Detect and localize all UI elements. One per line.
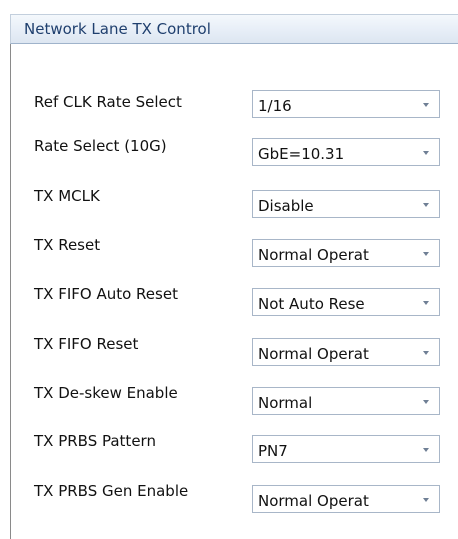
dropdown-arrow-icon (423, 351, 429, 355)
dropdown-arrow-icon (423, 252, 429, 256)
rate-select-10g-label: Rate Select (10G) (34, 137, 167, 155)
tx-reset-dropdown[interactable]: Normal Operat (252, 239, 440, 267)
tx-reset-label: TX Reset (34, 236, 101, 254)
rate-select-10g-dropdown[interactable]: GbE=10.31 (252, 138, 440, 166)
tx-prbs-gen-enable-label: TX PRBS Gen Enable (34, 482, 189, 500)
tx-prbs-gen-enable-value: Normal Operat (258, 492, 369, 510)
panel-left-border (10, 44, 11, 539)
tx-fifo-auto-reset-dropdown[interactable]: Not Auto Rese (252, 288, 440, 316)
network-lane-tx-control-panel: Network Lane TX Control Ref CLK Rate Sel… (0, 0, 458, 539)
tx-fifo-reset-value: Normal Operat (258, 345, 369, 363)
tx-fifo-auto-reset-label: TX FIFO Auto Reset (34, 285, 178, 303)
ref-clk-rate-select-dropdown[interactable]: 1/16 (252, 90, 440, 118)
tx-fifo-reset-label: TX FIFO Reset (34, 335, 139, 353)
tx-de-skew-enable-value: Normal (258, 394, 313, 412)
tx-prbs-pattern-dropdown[interactable]: PN7 (252, 435, 440, 463)
ref-clk-rate-select-label: Ref CLK Rate Select (34, 93, 182, 111)
tx-mclk-dropdown[interactable]: Disable (252, 190, 440, 218)
tx-fifo-auto-reset-value: Not Auto Rese (258, 295, 365, 313)
dropdown-arrow-icon (423, 103, 429, 107)
tx-prbs-pattern-label: TX PRBS Pattern (34, 432, 156, 450)
tx-de-skew-enable-dropdown[interactable]: Normal (252, 387, 440, 415)
dropdown-arrow-icon (423, 203, 429, 207)
dropdown-arrow-icon (423, 448, 429, 452)
dropdown-arrow-icon (423, 151, 429, 155)
tx-de-skew-enable-label: TX De-skew Enable (34, 384, 178, 402)
group-title: Network Lane TX Control (24, 20, 211, 38)
dropdown-arrow-icon (423, 301, 429, 305)
tx-prbs-gen-enable-dropdown[interactable]: Normal Operat (252, 485, 440, 513)
tx-fifo-reset-dropdown[interactable]: Normal Operat (252, 338, 440, 366)
dropdown-arrow-icon (423, 400, 429, 404)
tx-mclk-label: TX MCLK (34, 187, 100, 205)
tx-mclk-value: Disable (258, 197, 314, 215)
dropdown-arrow-icon (423, 498, 429, 502)
ref-clk-rate-select-value: 1/16 (258, 97, 292, 115)
tx-prbs-pattern-value: PN7 (258, 442, 288, 460)
tx-reset-value: Normal Operat (258, 246, 369, 264)
rate-select-10g-value: GbE=10.31 (258, 145, 345, 163)
